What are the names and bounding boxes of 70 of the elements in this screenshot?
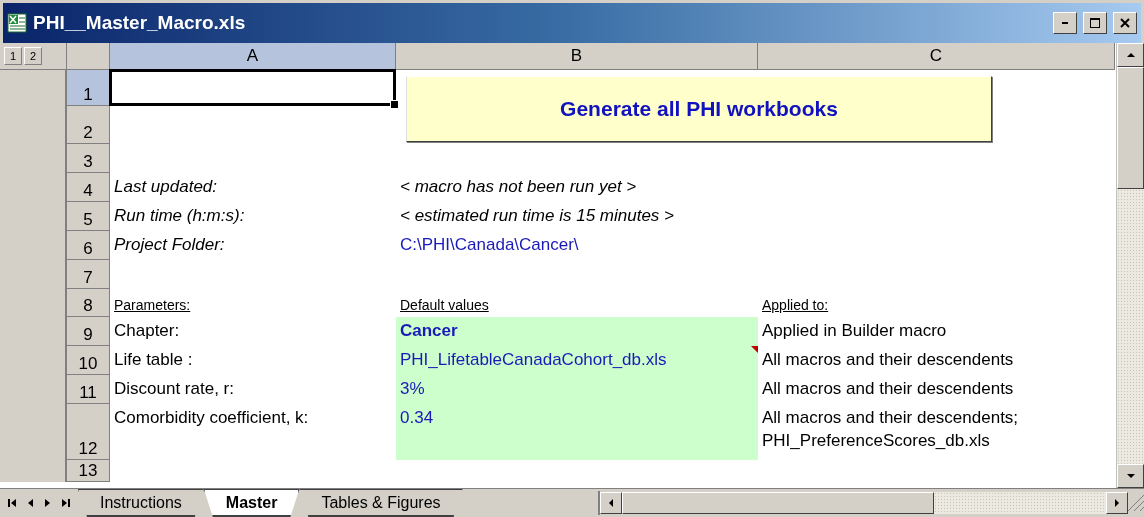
row-header[interactable]: 11 bbox=[67, 375, 110, 404]
horizontal-scrollbar[interactable] bbox=[598, 491, 1144, 515]
row-header[interactable]: 5 bbox=[67, 202, 110, 231]
column-header[interactable]: C bbox=[758, 43, 1115, 70]
cell-text: Last updated: bbox=[114, 177, 218, 196]
scroll-right-button[interactable] bbox=[1106, 492, 1128, 514]
scroll-thumb[interactable] bbox=[622, 492, 934, 514]
spreadsheet-icon bbox=[7, 13, 27, 33]
cell-text: Run time (h:m:s): bbox=[114, 206, 245, 225]
close-icon bbox=[1120, 18, 1130, 28]
down-arrow-icon bbox=[1126, 472, 1135, 480]
next-sheet-icon bbox=[44, 499, 52, 507]
sheet-tab[interactable]: Master bbox=[203, 489, 300, 517]
cell-text: 3% bbox=[400, 379, 425, 398]
select-all-corner[interactable] bbox=[67, 43, 110, 70]
row-header[interactable]: 7 bbox=[67, 260, 110, 289]
cell-text: Parameters: bbox=[114, 296, 191, 315]
fill-handle[interactable] bbox=[390, 100, 399, 109]
cell-text: < estimated run time is 15 minutes > bbox=[400, 206, 675, 225]
macro-button[interactable]: Generate all PHI workbooks bbox=[406, 76, 992, 142]
cell-text: Life table : bbox=[114, 350, 193, 369]
minimize-icon bbox=[1062, 22, 1068, 24]
cell-text: C:\PHI\Canada\Cancer\ bbox=[400, 235, 579, 254]
cell-text: 0.34 bbox=[400, 408, 434, 427]
close-button[interactable] bbox=[1113, 12, 1137, 34]
row-header[interactable]: 1 bbox=[67, 70, 110, 106]
cell-text: Project Folder: bbox=[114, 235, 225, 254]
cell-text: Discount rate, r: bbox=[114, 379, 234, 398]
row-header[interactable]: 12 bbox=[67, 404, 110, 460]
previous-sheet-icon bbox=[26, 499, 34, 507]
scroll-down-button[interactable] bbox=[1117, 464, 1144, 488]
scroll-thumb[interactable] bbox=[1117, 67, 1144, 189]
selected-cell[interactable] bbox=[109, 69, 396, 106]
scroll-left-button[interactable] bbox=[600, 492, 622, 514]
cell-text: PHI_LifetableCanadaCohort_db.xls bbox=[400, 350, 667, 369]
row-header[interactable]: 2 bbox=[67, 106, 110, 144]
sheet-tab[interactable]: Tables & Figures bbox=[299, 489, 463, 517]
minimize-button[interactable] bbox=[1053, 12, 1077, 34]
cell-text: All macros and their descendents bbox=[762, 379, 1014, 398]
column-header[interactable]: B bbox=[396, 43, 758, 70]
column-header[interactable]: A bbox=[110, 43, 396, 70]
right-arrow-icon bbox=[1113, 499, 1121, 507]
row-header[interactable]: 6 bbox=[67, 231, 110, 260]
outline-level-button[interactable]: 2 bbox=[24, 47, 42, 65]
cell-text: All macros and their descendents; PHI_PreferenceScores_db.xls bbox=[762, 408, 1019, 450]
cell-text: Comorbidity coefficient, k: bbox=[114, 408, 309, 427]
cell-text: Cancer bbox=[400, 321, 458, 340]
cell-text: Default values bbox=[400, 296, 489, 315]
row-header[interactable]: 13 bbox=[67, 460, 110, 482]
maximize-button[interactable] bbox=[1083, 12, 1107, 34]
first-sheet-icon bbox=[8, 499, 16, 507]
row-header[interactable]: 9 bbox=[67, 317, 110, 346]
up-arrow-icon bbox=[1126, 51, 1135, 59]
window-title: PHI__Master_Macro.xls bbox=[33, 12, 247, 34]
row-header[interactable]: 3 bbox=[67, 144, 110, 173]
sheet-tab[interactable]: Instructions bbox=[78, 489, 204, 517]
vertical-scrollbar[interactable] bbox=[1116, 43, 1144, 488]
cell-text: < macro has not been run yet > bbox=[400, 177, 637, 196]
scroll-up-button[interactable] bbox=[1117, 43, 1144, 67]
maximize-icon bbox=[1089, 17, 1101, 29]
row-header[interactable]: 10 bbox=[67, 346, 110, 375]
left-arrow-icon bbox=[607, 499, 615, 507]
row-header[interactable]: 8 bbox=[67, 289, 110, 317]
outline-level-button[interactable]: 1 bbox=[4, 47, 22, 65]
last-sheet-icon bbox=[62, 499, 70, 507]
cell-text: Chapter: bbox=[114, 321, 180, 340]
row-header[interactable]: 4 bbox=[67, 173, 110, 202]
cell-text: All macros and their descendents bbox=[762, 350, 1014, 369]
cell-text: Applied to: bbox=[762, 296, 829, 315]
cell-text: Applied in Builder macro bbox=[762, 321, 947, 340]
